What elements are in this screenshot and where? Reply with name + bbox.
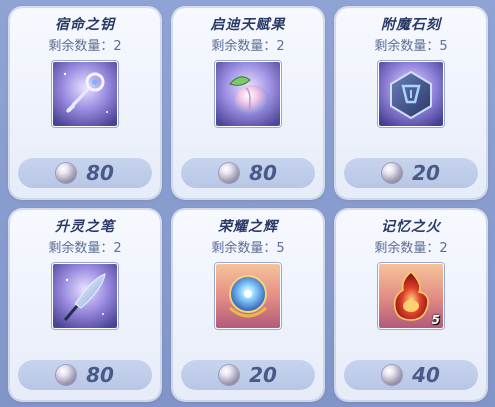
shop-item-card[interactable]: 荣耀之辉 剩余数量：5 20 [173,210,323,400]
price-bar[interactable]: 80 [18,158,152,188]
shop-item-card[interactable]: 记忆之火 剩余数量：2 5 40 [336,210,486,400]
item-price: 40 [412,363,440,387]
pearl-icon [219,163,240,183]
item-price: 20 [412,161,440,185]
item-stock: 剩余数量：5 [211,241,285,256]
shop-item-card[interactable]: 启迪天赋果 剩余数量：2 80 [173,8,323,198]
item-stock: 剩余数量：2 [48,241,122,256]
shop-item-card[interactable]: 宿命之钥 剩余数量：2 80 [10,8,160,198]
item-name: 启迪天赋果 [210,17,286,33]
item-price: 80 [249,161,277,185]
item-stock: 剩余数量：2 [48,39,122,54]
item-price: 20 [249,363,277,387]
key-icon [52,61,118,127]
price-bar[interactable]: 80 [181,158,315,188]
item-stock: 剩余数量：2 [374,241,448,256]
price-bar[interactable]: 20 [344,158,478,188]
pearl-icon [382,163,403,183]
item-stock: 剩余数量：2 [211,39,285,54]
pearl-icon [56,365,77,385]
pearl-icon [219,365,240,385]
fruit-icon [215,61,281,127]
flame-icon: 5 [378,263,444,329]
quill-icon [52,263,118,329]
item-name: 宿命之钥 [55,17,115,33]
item-stock: 剩余数量：5 [374,39,448,54]
item-price: 80 [86,161,114,185]
shop-item-card[interactable]: 升灵之笔 剩余数量：2 80 [10,210,160,400]
rune-stone-icon [378,61,444,127]
pearl-icon [56,163,77,183]
glory-orb-icon [215,263,281,329]
shop-item-card[interactable]: 附魔石刻 剩余数量：5 20 [336,8,486,198]
pearl-icon [382,365,403,385]
price-bar[interactable]: 20 [181,360,315,390]
price-bar[interactable]: 40 [344,360,478,390]
item-name: 荣耀之辉 [218,219,278,235]
item-price: 80 [86,363,114,387]
item-quantity-badge: 5 [431,313,440,327]
item-name: 附魔石刻 [381,17,441,33]
price-bar[interactable]: 80 [18,360,152,390]
item-name: 升灵之笔 [55,219,115,235]
item-name: 记忆之火 [381,219,441,235]
